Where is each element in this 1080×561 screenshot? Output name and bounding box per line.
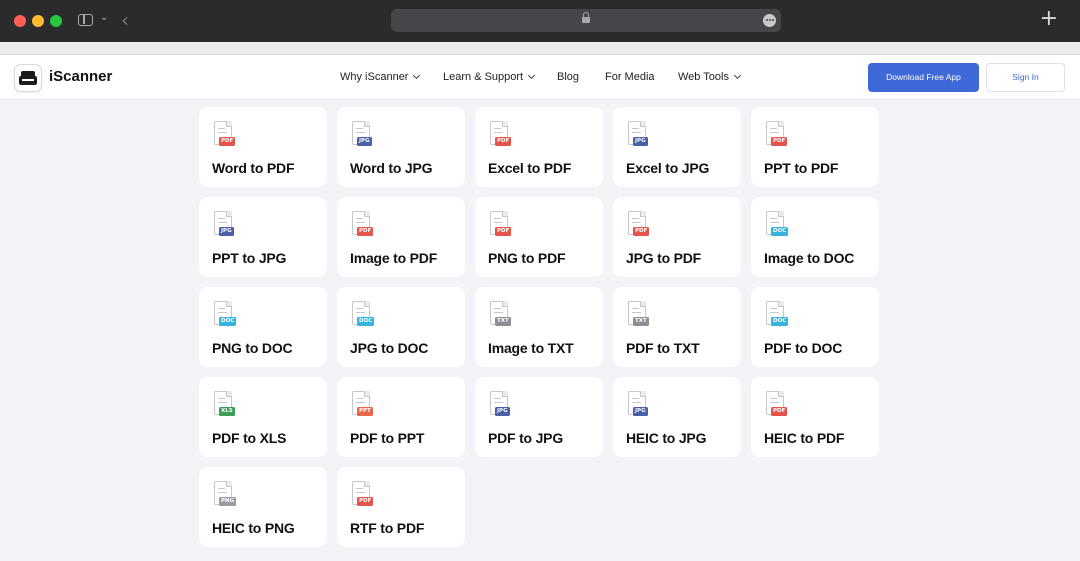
tool-card-label: Image to DOC (764, 250, 855, 266)
address-bar[interactable] (391, 9, 781, 32)
tool-card-label: PDF to PPT (350, 430, 425, 446)
tool-card[interactable]: PPT PDF to PPT (337, 377, 465, 457)
pdf-file-icon: PDF (488, 121, 512, 147)
tool-card-label: HEIC to PNG (212, 520, 295, 536)
tool-card[interactable]: JPG HEIC to JPG (613, 377, 741, 457)
tool-card[interactable]: PDF Image to PDF (337, 197, 465, 277)
tool-card[interactable]: TXT Image to TXT (475, 287, 603, 367)
png-file-icon: PNG (212, 481, 237, 507)
jpg-file-icon: JPG (212, 211, 234, 237)
tool-card[interactable]: DOC Image to DOC (751, 197, 879, 277)
nav-why-iscanner[interactable]: Why iScanner (340, 71, 421, 83)
chevron-down-icon (733, 71, 742, 80)
tool-card[interactable]: JPG Word to JPG (337, 107, 465, 187)
doc-file-icon: DOC (764, 211, 789, 237)
pdf-file-icon: PDF (488, 211, 512, 237)
tool-card[interactable]: TXT PDF to TXT (613, 287, 741, 367)
tool-card-label: PNG to DOC (212, 340, 293, 356)
pdf-file-icon: PDF (350, 481, 374, 507)
tool-card[interactable]: PDF PNG to PDF (475, 197, 603, 277)
jpg-file-icon: JPG (626, 391, 648, 417)
tool-card[interactable]: DOC PNG to DOC (199, 287, 327, 367)
pdf-file-icon: PDF (350, 211, 374, 237)
tool-card-label: Image to PDF (350, 250, 438, 266)
browser-toolbar: ⌄ ‹ + (0, 0, 1080, 42)
tool-card[interactable]: DOC JPG to DOC (337, 287, 465, 367)
tool-card[interactable]: PDF JPG to PDF (613, 197, 741, 277)
tool-card[interactable]: JPG PPT to JPG (199, 197, 327, 277)
tool-card[interactable]: PDF HEIC to PDF (751, 377, 879, 457)
tool-card-label: PPT to JPG (212, 250, 287, 266)
nav-web-tools[interactable]: Web Tools (678, 71, 742, 83)
tool-card[interactable]: XLS PDF to XLS (199, 377, 327, 457)
jpg-file-icon: JPG (488, 391, 510, 417)
jpg-file-icon: JPG (626, 121, 648, 147)
back-arrow-icon[interactable]: ‹ (121, 8, 129, 32)
sign-in-button[interactable]: Sign In (986, 63, 1065, 92)
chevron-down-icon (528, 71, 536, 80)
tool-card[interactable]: PDF Word to PDF (199, 107, 327, 187)
tool-card[interactable]: DOC PDF to DOC (751, 287, 879, 367)
tool-card-label: HEIC to JPG (626, 430, 707, 446)
tool-card[interactable]: PDF PPT to PDF (751, 107, 879, 187)
sidebar-toggle-icon[interactable] (78, 14, 93, 26)
close-window-button[interactable] (14, 15, 26, 27)
tool-card[interactable]: PDF RTF to PDF (337, 467, 465, 547)
doc-file-icon: DOC (350, 301, 375, 327)
xls-file-icon: XLS (212, 391, 235, 417)
pdf-file-icon: PDF (212, 121, 236, 147)
tool-card-label: PDF to XLS (212, 430, 287, 446)
nav-blog[interactable]: Blog (557, 71, 579, 83)
nav-label: For Media (605, 71, 655, 83)
doc-file-icon: DOC (212, 301, 237, 327)
nav-for-media[interactable]: For Media (605, 71, 655, 83)
lock-icon (582, 12, 590, 24)
doc-file-icon: DOC (764, 301, 789, 327)
pdf-file-icon: PDF (764, 121, 788, 147)
tool-card-label: JPG to DOC (350, 340, 429, 356)
nav-label: Learn & Support (443, 71, 524, 83)
tool-card-label: PPT to PDF (764, 160, 839, 176)
tool-card-label: JPG to PDF (626, 250, 702, 266)
browser-tab-strip (0, 42, 1080, 55)
minimize-window-button[interactable] (32, 15, 44, 27)
tool-card-label: HEIC to PDF (764, 430, 845, 446)
tool-card-label: Image to TXT (488, 340, 574, 356)
tool-card-label: Excel to PDF (488, 160, 572, 176)
nav-label: Web Tools (678, 71, 729, 83)
txt-file-icon: TXT (626, 301, 649, 327)
tool-card-label: PDF to DOC (764, 340, 843, 356)
tool-card-label: Excel to JPG (626, 160, 710, 176)
more-options-icon[interactable] (763, 14, 776, 27)
tool-card-label: RTF to PDF (350, 520, 425, 536)
tool-card[interactable]: JPG PDF to JPG (475, 377, 603, 457)
zoom-window-button[interactable] (50, 15, 62, 27)
ppt-file-icon: PPT (350, 391, 373, 417)
tool-card[interactable]: PNG HEIC to PNG (199, 467, 327, 547)
txt-file-icon: TXT (488, 301, 511, 327)
nav-learn-support[interactable]: Learn & Support (443, 71, 536, 83)
nav-label: Why iScanner (340, 71, 409, 83)
tool-card-label: PDF to TXT (626, 340, 700, 356)
tool-card-label: PNG to PDF (488, 250, 566, 266)
tool-card-label: Word to JPG (350, 160, 433, 176)
chevron-down-icon (413, 71, 421, 80)
tool-card[interactable]: JPG Excel to JPG (613, 107, 741, 187)
site-header: iScanner Why iScanner Learn & Support Bl… (0, 55, 1080, 100)
tool-card-label: Word to PDF (212, 160, 295, 176)
pdf-file-icon: PDF (626, 211, 650, 237)
tool-card-label: PDF to JPG (488, 430, 564, 446)
chevron-down-icon[interactable]: ⌄ (100, 12, 108, 23)
brand-name[interactable]: iScanner (49, 68, 112, 85)
jpg-file-icon: JPG (350, 121, 372, 147)
scanner-logo-icon[interactable] (14, 64, 42, 92)
new-tab-plus-icon[interactable]: + (1040, 6, 1058, 32)
download-app-button[interactable]: Download Free App (868, 63, 979, 92)
tool-card[interactable]: PDF Excel to PDF (475, 107, 603, 187)
nav-label: Blog (557, 71, 580, 83)
pdf-file-icon: PDF (764, 391, 788, 417)
